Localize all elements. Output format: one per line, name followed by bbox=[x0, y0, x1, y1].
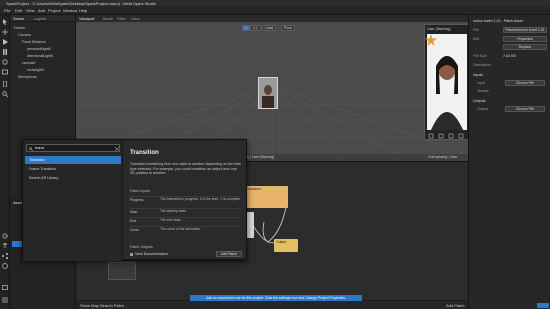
menu-edit[interactable]: Edit bbox=[15, 8, 22, 13]
menu-add[interactable]: Add bbox=[38, 8, 45, 13]
viewport-btn-pivot[interactable]: Pivot bbox=[281, 25, 295, 31]
tab-view[interactable]: View bbox=[131, 16, 140, 21]
grid-spacing-readout: Grid spacing: 10cm bbox=[428, 155, 458, 159]
patch-search-popup: transi Transition Frame Transition Searc… bbox=[22, 139, 248, 261]
close-icon[interactable] bbox=[115, 147, 119, 151]
viewport-btn-local[interactable]: Local bbox=[262, 25, 277, 31]
choose-file-output[interactable]: Choose File bbox=[505, 106, 545, 112]
outputs-section[interactable]: Outputs bbox=[473, 99, 486, 103]
tab-layers[interactable]: Layers bbox=[34, 16, 46, 21]
patch-input-row: End The end state. bbox=[130, 217, 242, 225]
camera-feed-image bbox=[427, 34, 467, 130]
search-patch-button[interactable]: Search Patch bbox=[100, 303, 124, 308]
tree-item-canvas[interactable]: canvas0 bbox=[22, 61, 35, 65]
description-label: Description bbox=[473, 63, 491, 67]
patch-input-row: Start The starting state. bbox=[130, 208, 242, 216]
output-label: Output bbox=[477, 107, 488, 111]
texture-label: Texture bbox=[477, 89, 489, 93]
tree-item-light[interactable]: directionalLight0 bbox=[27, 54, 53, 58]
viewport-btn-1[interactable]: 1 bbox=[242, 25, 250, 31]
preview-label: User (Starring) bbox=[427, 27, 451, 31]
file-size-label: File Size bbox=[473, 54, 487, 58]
help-icon[interactable] bbox=[2, 263, 8, 269]
add-patch-footer-button[interactable]: Add Patch bbox=[446, 303, 464, 308]
menu-file[interactable]: File bbox=[4, 8, 10, 13]
tab-mode[interactable]: Mode bbox=[103, 16, 113, 21]
file-path-field[interactable]: Patches/colour invert 1.01 bbox=[503, 27, 547, 33]
add-patch-button[interactable]: Add Patch bbox=[216, 251, 242, 257]
project-notification[interactable]: Add an experience cue for this project. … bbox=[190, 295, 362, 301]
move-icon[interactable] bbox=[2, 29, 8, 35]
record-icon[interactable] bbox=[2, 69, 8, 75]
menu-project[interactable]: Project bbox=[48, 8, 60, 13]
patch-footer: Show Map Search Patch Add Patch bbox=[76, 300, 468, 309]
search-icon bbox=[29, 146, 33, 151]
tab-scene[interactable]: Scene bbox=[13, 16, 24, 21]
tree-item-camera[interactable]: Camera bbox=[18, 33, 31, 37]
cursor-icon[interactable] bbox=[2, 19, 8, 25]
input-label: Input bbox=[477, 81, 485, 85]
properties-button[interactable]: Properties bbox=[503, 36, 547, 42]
scene-tabs: Scene Layers bbox=[10, 15, 75, 22]
patch-detail-description: Transition something from one state to a… bbox=[130, 162, 241, 176]
patch-node-transition[interactable]: Transition bbox=[244, 186, 288, 208]
patch-node-small[interactable] bbox=[108, 262, 136, 280]
inspector-panel: colour invert 1.01 - Patch Asset File Pa… bbox=[468, 15, 550, 309]
pause-icon[interactable] bbox=[2, 49, 8, 55]
patch-search-input[interactable]: transi bbox=[26, 144, 120, 152]
search-results-pane: transi Transition Frame Transition Searc… bbox=[23, 140, 123, 261]
patch-outputs-heading: Patch Outputs bbox=[130, 245, 153, 249]
inspector-title: colour invert 1.01 - Patch Asset bbox=[473, 19, 523, 23]
inspector-file-label: File bbox=[473, 28, 479, 32]
inspector-edit-label: Edit bbox=[473, 37, 480, 41]
export-icon[interactable] bbox=[2, 243, 8, 249]
search-result-transition[interactable]: Transition bbox=[25, 156, 121, 164]
choose-file-input[interactable]: Choose File bbox=[505, 80, 545, 86]
viewport-toolbar: Viewport Mode Filter View bbox=[76, 15, 468, 22]
patch-detail-pane: Transition Transition something from one… bbox=[123, 140, 248, 261]
patch-input-row: Progress The animation's progress. 0 is … bbox=[130, 196, 242, 207]
patch-input-row: Curve The curve of the animation. bbox=[130, 226, 242, 234]
viewport-btn-ratio[interactable]: 1:1 bbox=[250, 25, 261, 31]
inspector-action-button[interactable] bbox=[537, 303, 549, 308]
node-title: Transition bbox=[246, 187, 261, 191]
patch-node-output[interactable]: Output bbox=[274, 239, 298, 252]
menu-view[interactable]: View bbox=[26, 8, 35, 13]
tab-viewport[interactable]: Viewport bbox=[79, 16, 95, 21]
menu-help[interactable]: Help bbox=[79, 8, 87, 13]
search-icon[interactable] bbox=[2, 91, 8, 97]
tree-item-rectangle[interactable]: rectangle0 bbox=[27, 68, 44, 72]
play-icon[interactable] bbox=[2, 39, 8, 45]
restart-icon[interactable] bbox=[2, 59, 8, 65]
tool-rail bbox=[0, 15, 10, 309]
menu-window[interactable]: Window bbox=[63, 8, 77, 13]
replace-button[interactable]: Replace bbox=[503, 44, 547, 50]
show-map-button[interactable]: Show Map bbox=[80, 303, 99, 308]
docs-icon bbox=[130, 253, 133, 256]
share-icon[interactable] bbox=[2, 253, 8, 259]
feedback-icon[interactable] bbox=[2, 285, 8, 291]
search-result-frame-transition[interactable]: Frame Transition bbox=[25, 165, 121, 173]
node-title: Output bbox=[276, 240, 287, 244]
patch-detail-title: Transition bbox=[130, 150, 159, 156]
file-size-value: 7.63 KB bbox=[503, 54, 516, 58]
tree-item-device[interactable]: Device bbox=[14, 26, 25, 30]
inputs-section[interactable]: Inputs bbox=[473, 73, 483, 77]
tree-item-focal-distance[interactable]: Focal Distance bbox=[22, 40, 46, 44]
tab-filter[interactable]: Filter bbox=[117, 16, 126, 21]
search-query: transi bbox=[35, 146, 45, 150]
tree-item-persons[interactable]: personsMight0 bbox=[27, 47, 51, 51]
settings-icon[interactable] bbox=[2, 297, 8, 303]
search-ar-library-link[interactable]: Search AR Library bbox=[25, 174, 121, 182]
patch-inputs-heading: Patch Inputs bbox=[130, 189, 150, 193]
gear-icon[interactable] bbox=[2, 233, 8, 239]
view-documentation-link[interactable]: View Documentation bbox=[135, 252, 168, 256]
scene-plane[interactable] bbox=[258, 77, 278, 109]
menu-bar: File Edit View Add Project Window Help bbox=[0, 6, 550, 15]
preview-controls[interactable] bbox=[427, 133, 467, 139]
star-sticker-icon bbox=[425, 34, 437, 46]
tree-item-microphone[interactable]: Microphone bbox=[18, 75, 37, 79]
device-icon[interactable] bbox=[2, 81, 8, 87]
